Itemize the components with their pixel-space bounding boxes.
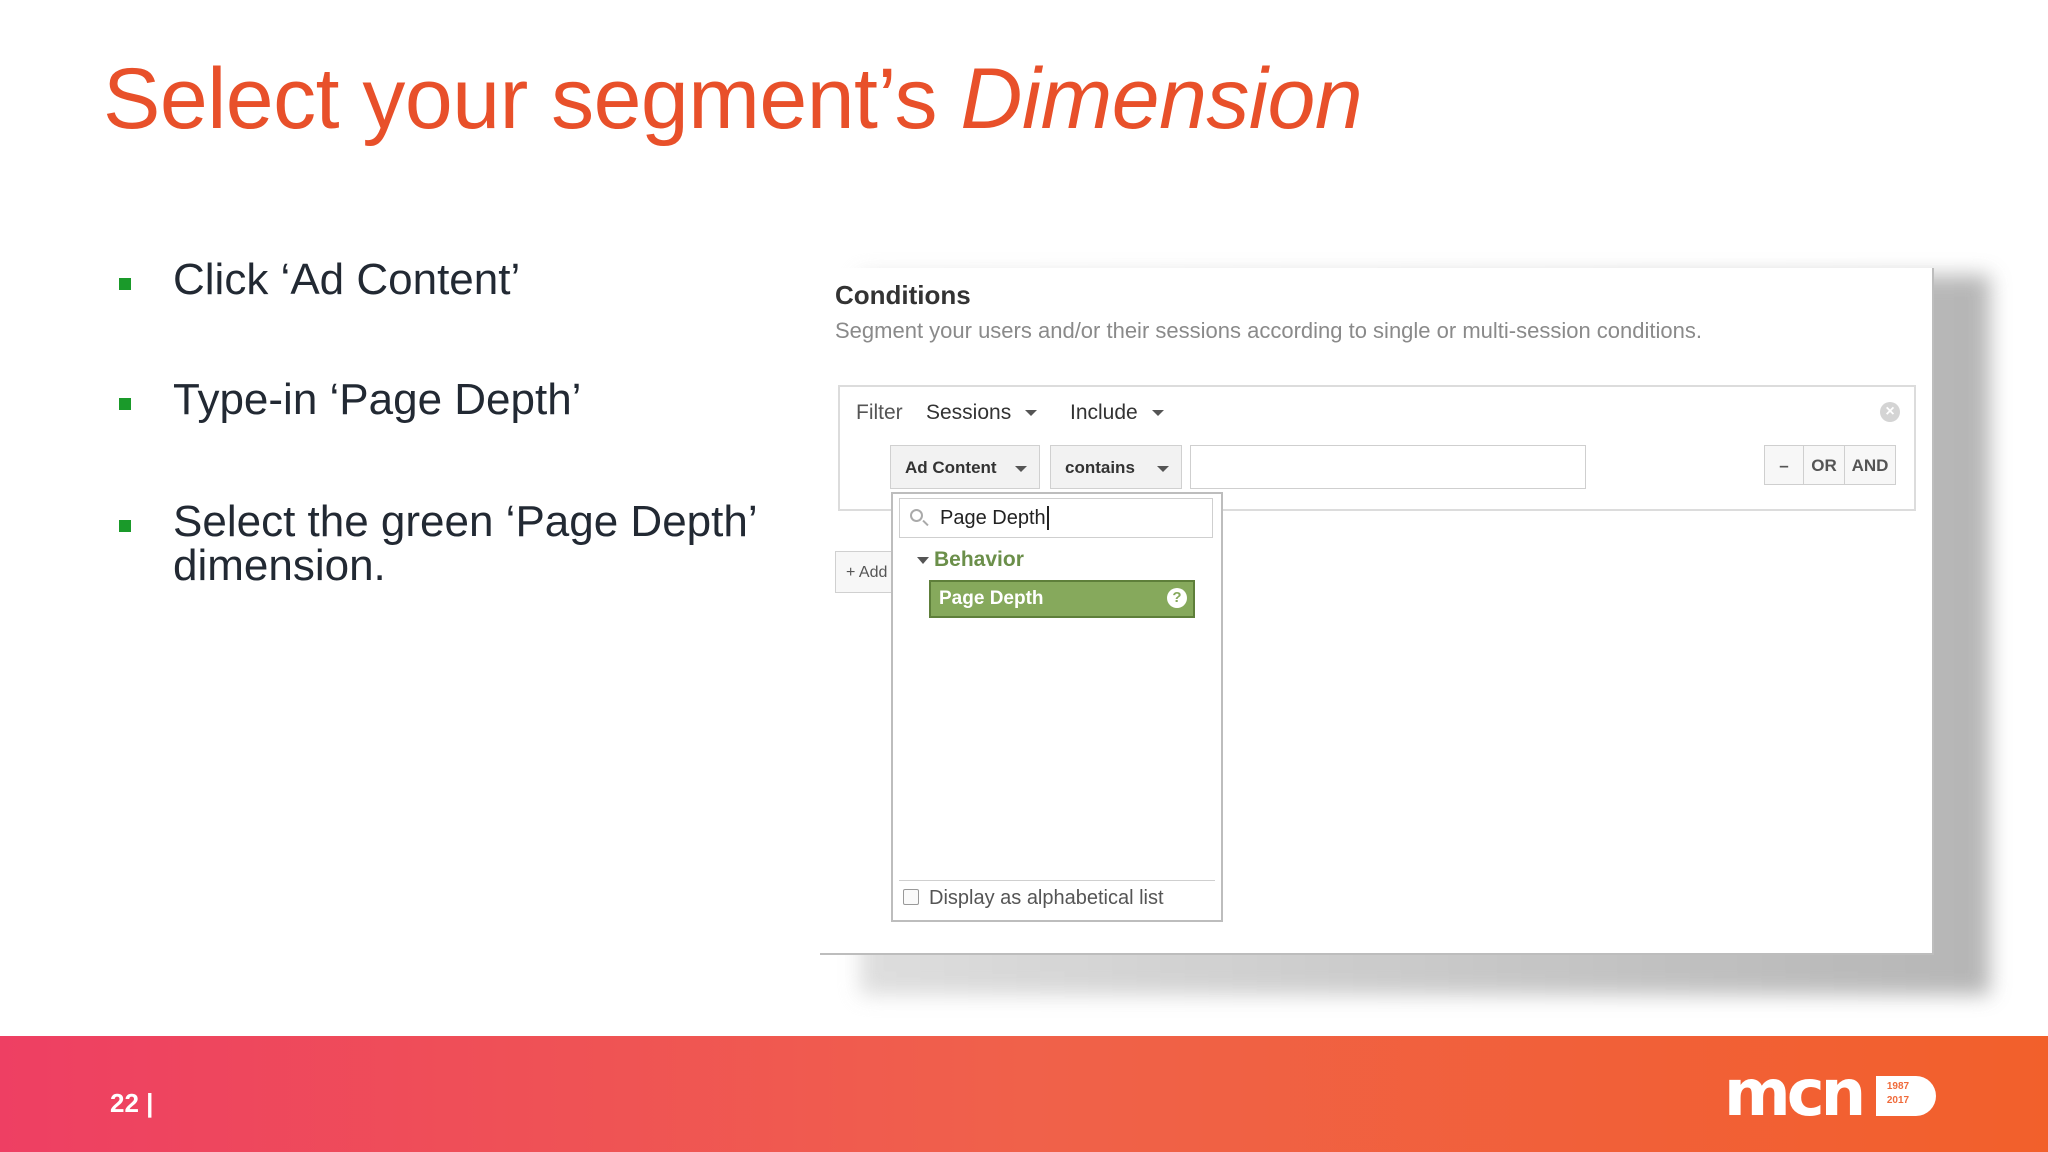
conditions-panel: Conditions Segment your users and/or the… [820,268,1934,955]
dimension-select-button[interactable]: Ad Content [890,445,1040,489]
help-icon[interactable]: ? [1167,588,1187,608]
option-label: Page Depth [939,588,1044,609]
conditions-title: Conditions [835,280,971,310]
dimension-dropdown: Page Depth Behavior Page Depth ? Display… [891,492,1223,922]
page-number: 22 | [110,1088,154,1118]
category-behavior[interactable]: Behavior [917,548,1024,572]
operator-select-button[interactable]: contains [1050,445,1182,489]
filter-label: Filter [856,401,903,424]
alphabetical-checkbox[interactable] [903,889,919,905]
mode-dropdown[interactable]: Include [1070,401,1164,425]
bullet-text: Select the green ‘Page Depth’ dimension. [173,497,756,590]
or-button[interactable]: OR [1803,445,1845,485]
logo-year-bottom: 2017 [1886,1095,1910,1106]
chevron-down-icon [1025,410,1038,417]
mode-label: Include [1070,401,1138,424]
alphabetical-label: Display as alphabetical list [929,887,1164,909]
chevron-down-icon [1015,466,1027,472]
page-depth-option[interactable]: Page Depth ? [929,580,1195,618]
bullet-square-icon [119,278,131,290]
logo-year-top: 1987 [1886,1081,1910,1092]
and-button[interactable]: AND [1844,445,1896,485]
operator-label: contains [1065,458,1135,477]
chevron-down-icon [1151,410,1164,417]
condition-value-input[interactable] [1190,445,1586,489]
remove-condition-button[interactable]: – [1764,445,1804,485]
logo-years: 1987 2017 [1878,1080,1918,1108]
slide-title-italic: Dimension [960,51,1363,147]
search-icon [910,509,923,522]
dimension-label: Ad Content [905,458,997,477]
bullet-text: Type-in ‘Page Depth’ [173,375,582,424]
search-query: Page Depth [940,506,1049,530]
x-circle-icon[interactable]: × [1880,402,1900,422]
dropdown-footer: Display as alphabetical list [899,880,1215,917]
bullet-square-icon [119,398,131,410]
dimension-search-input[interactable]: Page Depth [899,498,1213,538]
category-label: Behavior [934,548,1024,571]
bullet-text: Click ‘Ad Content’ [173,255,521,304]
slide-title-main: Select your segment’s [103,51,938,147]
scope-dropdown[interactable]: Sessions [926,401,1038,425]
boolean-button-group: – OR AND [1764,445,1896,485]
chevron-down-icon [1157,466,1169,472]
slide-title: Select your segment’s Dimension [103,50,1363,149]
scope-label: Sessions [926,401,1012,424]
conditions-description: Segment your users and/or their sessions… [835,318,1702,343]
caret-down-icon [917,556,929,564]
add-filter-button[interactable]: + Add [835,551,895,593]
logo-text: mcn [1724,1057,1866,1131]
bullet-square-icon [119,520,131,532]
